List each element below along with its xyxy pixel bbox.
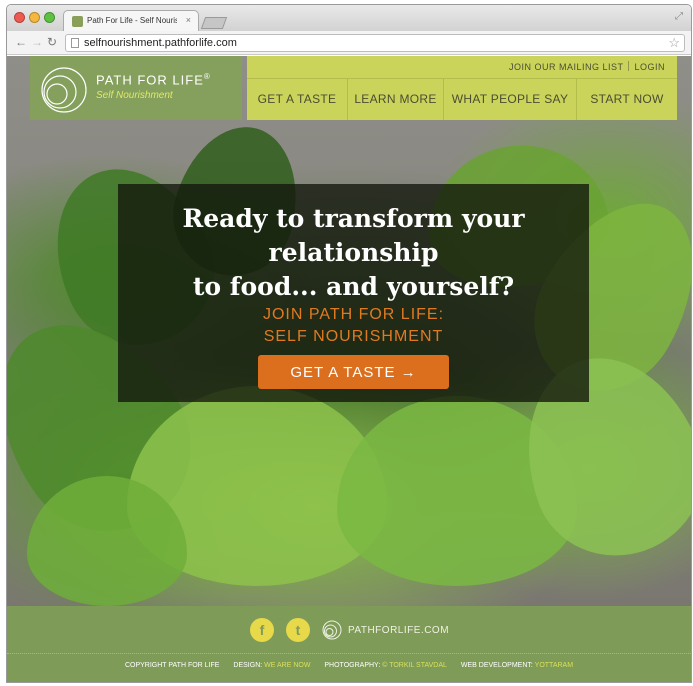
photography-link[interactable]: © TORKIL STAVDAL: [382, 662, 447, 669]
logo[interactable]: PATH FOR LIFE® Self Nourishment: [30, 56, 242, 120]
headline-line-2: to food... and yourself?: [192, 272, 515, 301]
divider: [628, 61, 630, 71]
favicon-icon: [72, 16, 83, 27]
design-link[interactable]: WE ARE NOW: [264, 662, 310, 669]
logo-name: PATH FOR LIFE®: [96, 72, 211, 87]
copyright-text: COPYRIGHT PATH FOR LIFE: [124, 662, 220, 669]
nav-learn-more[interactable]: LEARN MORE: [347, 78, 443, 120]
footer: f t PATHFORLIFE.COM COPYRIGHT PATH FOR L…: [7, 606, 691, 682]
web-development-label: WEB DEVELOPMENT:: [460, 662, 533, 669]
get-a-taste-button[interactable]: GET A TASTE →: [258, 355, 449, 389]
registered-mark: ®: [203, 72, 211, 81]
browser-toolbar: ← → ↻ selfnourishment.pathforlife.com ☆: [7, 31, 691, 55]
close-window-button[interactable]: [14, 12, 25, 23]
bookmark-star-icon[interactable]: ☆: [668, 35, 680, 51]
login-link[interactable]: LOGIN: [634, 62, 665, 72]
nav-what-people-say[interactable]: WHAT PEOPLE SAY: [443, 78, 576, 120]
page-icon: [71, 38, 79, 48]
new-tab-button[interactable]: [200, 17, 228, 29]
divider: [7, 653, 691, 654]
design-label: DESIGN:: [233, 662, 263, 669]
footer-logo-icon: [322, 620, 342, 640]
maximize-window-button[interactable]: [44, 12, 55, 23]
back-arrow-icon[interactable]: ←: [15, 36, 27, 48]
logo-rings-icon: [41, 67, 87, 113]
nav-start-now[interactable]: START NOW: [576, 78, 677, 120]
tab-title: Path For Life - Self Nourish: [87, 16, 177, 25]
hero-headline: Ready to transform your relationship to …: [118, 202, 589, 304]
mailing-list-link[interactable]: JOIN OUR MAILING LIST: [509, 62, 624, 72]
main-navigation: JOIN OUR MAILING LIST LOGIN GET A TASTE L…: [247, 56, 677, 120]
fullscreen-icon[interactable]: ⤢: [675, 11, 683, 22]
minimize-window-button[interactable]: [29, 12, 40, 23]
reload-icon[interactable]: ↻: [47, 36, 57, 48]
url-text[interactable]: selfnourishment.pathforlife.com: [84, 37, 237, 49]
browser-tab[interactable]: Path For Life - Self Nourish ×: [63, 10, 199, 32]
photography-label: PHOTOGRAPHY:: [324, 662, 381, 669]
hero-subheading: JOIN PATH FOR LIFE: SELF NOURISHMENT: [118, 304, 589, 348]
web-page: PATH FOR LIFE® Self Nourishment JOIN OUR…: [7, 56, 691, 682]
logo-subtitle: Self Nourishment: [96, 90, 173, 101]
tab-close-icon[interactable]: ×: [186, 15, 191, 25]
address-bar[interactable]: selfnourishment.pathforlife.com ☆: [65, 34, 685, 52]
browser-window: Path For Life - Self Nourish × ⤢ ← → ↻ s…: [6, 4, 692, 683]
headline-line-1: Ready to transform your relationship: [182, 204, 525, 267]
nav-get-a-taste[interactable]: GET A TASTE: [247, 78, 347, 120]
forward-arrow-icon[interactable]: →: [31, 36, 43, 48]
subheading-line-2: SELF NOURISHMENT: [263, 328, 444, 345]
title-bar: Path For Life - Self Nourish × ⤢: [7, 5, 691, 32]
twitter-icon[interactable]: t: [286, 618, 310, 642]
hero-overlay: Ready to transform your relationship to …: [118, 184, 589, 402]
facebook-icon[interactable]: f: [250, 618, 274, 642]
social-links: f t PATHFORLIFE.COM: [250, 618, 449, 642]
nav-items: GET A TASTE LEARN MORE WHAT PEOPLE SAY S…: [247, 78, 677, 120]
utility-links: JOIN OUR MAILING LIST LOGIN: [509, 61, 665, 72]
credits: COPYRIGHT PATH FOR LIFE DESIGN: WE ARE N…: [7, 662, 691, 669]
logo-name-text: PATH FOR LIFE: [96, 72, 204, 88]
site-link[interactable]: PATHFORLIFE.COM: [348, 625, 449, 636]
subheading-line-1: JOIN PATH FOR LIFE:: [262, 306, 445, 323]
web-development-link[interactable]: YOTTARAM: [535, 662, 573, 669]
